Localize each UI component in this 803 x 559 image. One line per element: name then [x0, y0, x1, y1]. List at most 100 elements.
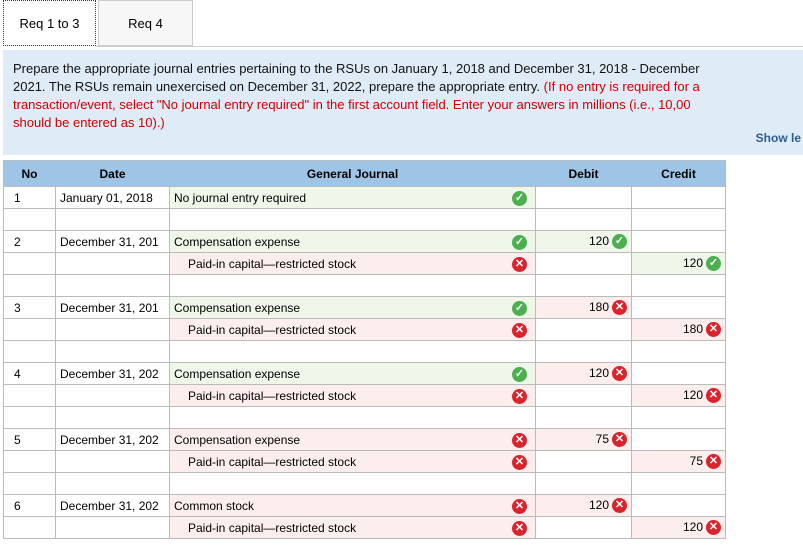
show-less-link[interactable]: Show le	[756, 131, 801, 145]
account-field[interactable]: Paid-in capital—restricted stock ✕	[169, 516, 536, 539]
date-cell[interactable]	[55, 318, 170, 341]
credit-field[interactable]: 120 ✕	[631, 384, 726, 407]
entry-number	[3, 450, 56, 473]
table-row: Paid-in capital—restricted stock ✕ 75 ✕	[3, 450, 726, 473]
account-name: Paid-in capital—restricted stock	[188, 454, 357, 469]
debit-field[interactable]	[535, 384, 632, 407]
blank-cell[interactable]	[535, 274, 632, 297]
blank-cell[interactable]	[631, 208, 726, 231]
debit-field[interactable]	[535, 318, 632, 341]
date-cell[interactable]: December 31, 201	[55, 296, 170, 319]
check-circle-icon: ✓	[512, 191, 527, 206]
date-cell[interactable]: December 31, 202	[55, 362, 170, 385]
x-circle-icon: ✕	[706, 520, 721, 536]
table-row: 6 December 31, 202 Common stock ✕ 120 ✕	[3, 494, 726, 517]
date-cell[interactable]	[55, 252, 170, 275]
credit-field[interactable]: 75 ✕	[631, 450, 726, 473]
blank-row	[3, 406, 726, 429]
blank-row	[3, 472, 726, 495]
blank-cell[interactable]	[535, 340, 632, 363]
blank-cell[interactable]	[55, 208, 170, 231]
tab-req-4[interactable]: Req 4	[98, 0, 193, 46]
x-circle-icon: ✕	[706, 388, 721, 404]
table-row: 1 January 01, 2018 No journal entry requir…	[3, 186, 726, 209]
blank-cell[interactable]	[631, 274, 726, 297]
account-field[interactable]: Compensation expense ✕	[169, 428, 536, 451]
credit-amount: 120	[682, 255, 703, 270]
debit-amount: 75	[595, 431, 609, 446]
blank-cell[interactable]	[169, 208, 536, 231]
blank-row	[3, 340, 726, 363]
blank-cell[interactable]	[169, 340, 536, 363]
credit-field[interactable]: 120 ✓	[631, 252, 726, 275]
account-field[interactable]: Compensation expense ✓	[169, 296, 536, 319]
account-field[interactable]: No journal entry required ✓	[169, 186, 536, 209]
blank-cell[interactable]	[55, 472, 170, 495]
date-cell[interactable]	[55, 516, 170, 539]
tab-req-1-to-3[interactable]: Req 1 to 3	[3, 0, 96, 46]
blank-cell[interactable]	[169, 274, 536, 297]
account-field[interactable]: Paid-in capital—restricted stock ✕	[169, 384, 536, 407]
instructions-panel: Prepare the appropriate journal entries …	[3, 50, 803, 155]
debit-field[interactable]	[535, 186, 632, 209]
credit-field[interactable]	[631, 186, 726, 209]
table-row: Paid-in capital—restricted stock ✕ 120 ✕	[3, 516, 726, 539]
blank-cell[interactable]	[55, 340, 170, 363]
credit-field[interactable]: 180 ✕	[631, 318, 726, 341]
x-circle-icon: ✕	[512, 455, 527, 470]
blank-cell[interactable]	[55, 406, 170, 429]
account-name: Paid-in capital—restricted stock	[188, 520, 357, 535]
debit-field[interactable]: 180 ✕	[535, 296, 632, 319]
debit-field[interactable]	[535, 516, 632, 539]
debit-field[interactable]	[535, 252, 632, 275]
blank-cell[interactable]	[169, 406, 536, 429]
blank-cell[interactable]	[55, 274, 170, 297]
credit-field[interactable]	[631, 494, 726, 517]
date-cell[interactable]	[55, 384, 170, 407]
date-cell[interactable]: December 31, 202	[55, 494, 170, 517]
table-row: Paid-in capital—restricted stock ✕ 180 ✕	[3, 318, 726, 341]
instructions-line-3: transaction/event, select "No journal en…	[13, 97, 691, 112]
blank-cell[interactable]	[631, 472, 726, 495]
x-circle-icon: ✕	[612, 498, 627, 514]
credit-field[interactable]	[631, 296, 726, 319]
blank-cell[interactable]	[535, 406, 632, 429]
date-cell[interactable]: December 31, 202	[55, 428, 170, 451]
credit-field[interactable]	[631, 428, 726, 451]
credit-amount: 75	[689, 453, 703, 468]
debit-field[interactable]: 120 ✓	[535, 230, 632, 253]
x-circle-icon: ✕	[512, 433, 527, 448]
x-circle-icon: ✕	[706, 454, 721, 470]
debit-field[interactable]: 120 ✕	[535, 494, 632, 517]
date-cell[interactable]	[55, 450, 170, 473]
table-row: 4 December 31, 202 Compensation expense ✓ 12…	[3, 362, 726, 385]
account-field[interactable]: Paid-in capital—restricted stock ✕	[169, 252, 536, 275]
blank-cell[interactable]	[169, 472, 536, 495]
blank-cell[interactable]	[631, 406, 726, 429]
credit-field[interactable]	[631, 230, 726, 253]
check-circle-icon: ✓	[706, 256, 721, 272]
credit-field[interactable]: 120 ✕	[631, 516, 726, 539]
blank-cell[interactable]	[631, 340, 726, 363]
debit-field[interactable]: 75 ✕	[535, 428, 632, 451]
date-cell[interactable]: January 01, 2018	[55, 186, 170, 209]
debit-amount: 180	[588, 299, 609, 314]
account-field[interactable]: Paid-in capital—restricted stock ✕	[169, 318, 536, 341]
debit-field[interactable]	[535, 450, 632, 473]
credit-field[interactable]	[631, 362, 726, 385]
instructions-line-2: 2021. The RSUs remain unexercised on Dec…	[13, 78, 803, 96]
instructions-line-4: should be entered as 10).)	[13, 115, 165, 130]
x-circle-icon: ✕	[706, 322, 721, 338]
date-cell[interactable]: December 31, 201	[55, 230, 170, 253]
credit-amount: 180	[682, 321, 703, 336]
account-field[interactable]: Compensation expense ✓	[169, 230, 536, 253]
blank-cell[interactable]	[535, 472, 632, 495]
account-field[interactable]: Paid-in capital—restricted stock ✕	[169, 450, 536, 473]
account-name: Paid-in capital—restricted stock	[188, 388, 357, 403]
blank-cell[interactable]	[535, 208, 632, 231]
debit-field[interactable]: 120 ✕	[535, 362, 632, 385]
account-field[interactable]: Common stock ✕	[169, 494, 536, 517]
table-row: 3 December 31, 201 Compensation expense ✓ 18…	[3, 296, 726, 319]
account-field[interactable]: Compensation expense ✓	[169, 362, 536, 385]
check-circle-icon: ✓	[512, 367, 527, 382]
